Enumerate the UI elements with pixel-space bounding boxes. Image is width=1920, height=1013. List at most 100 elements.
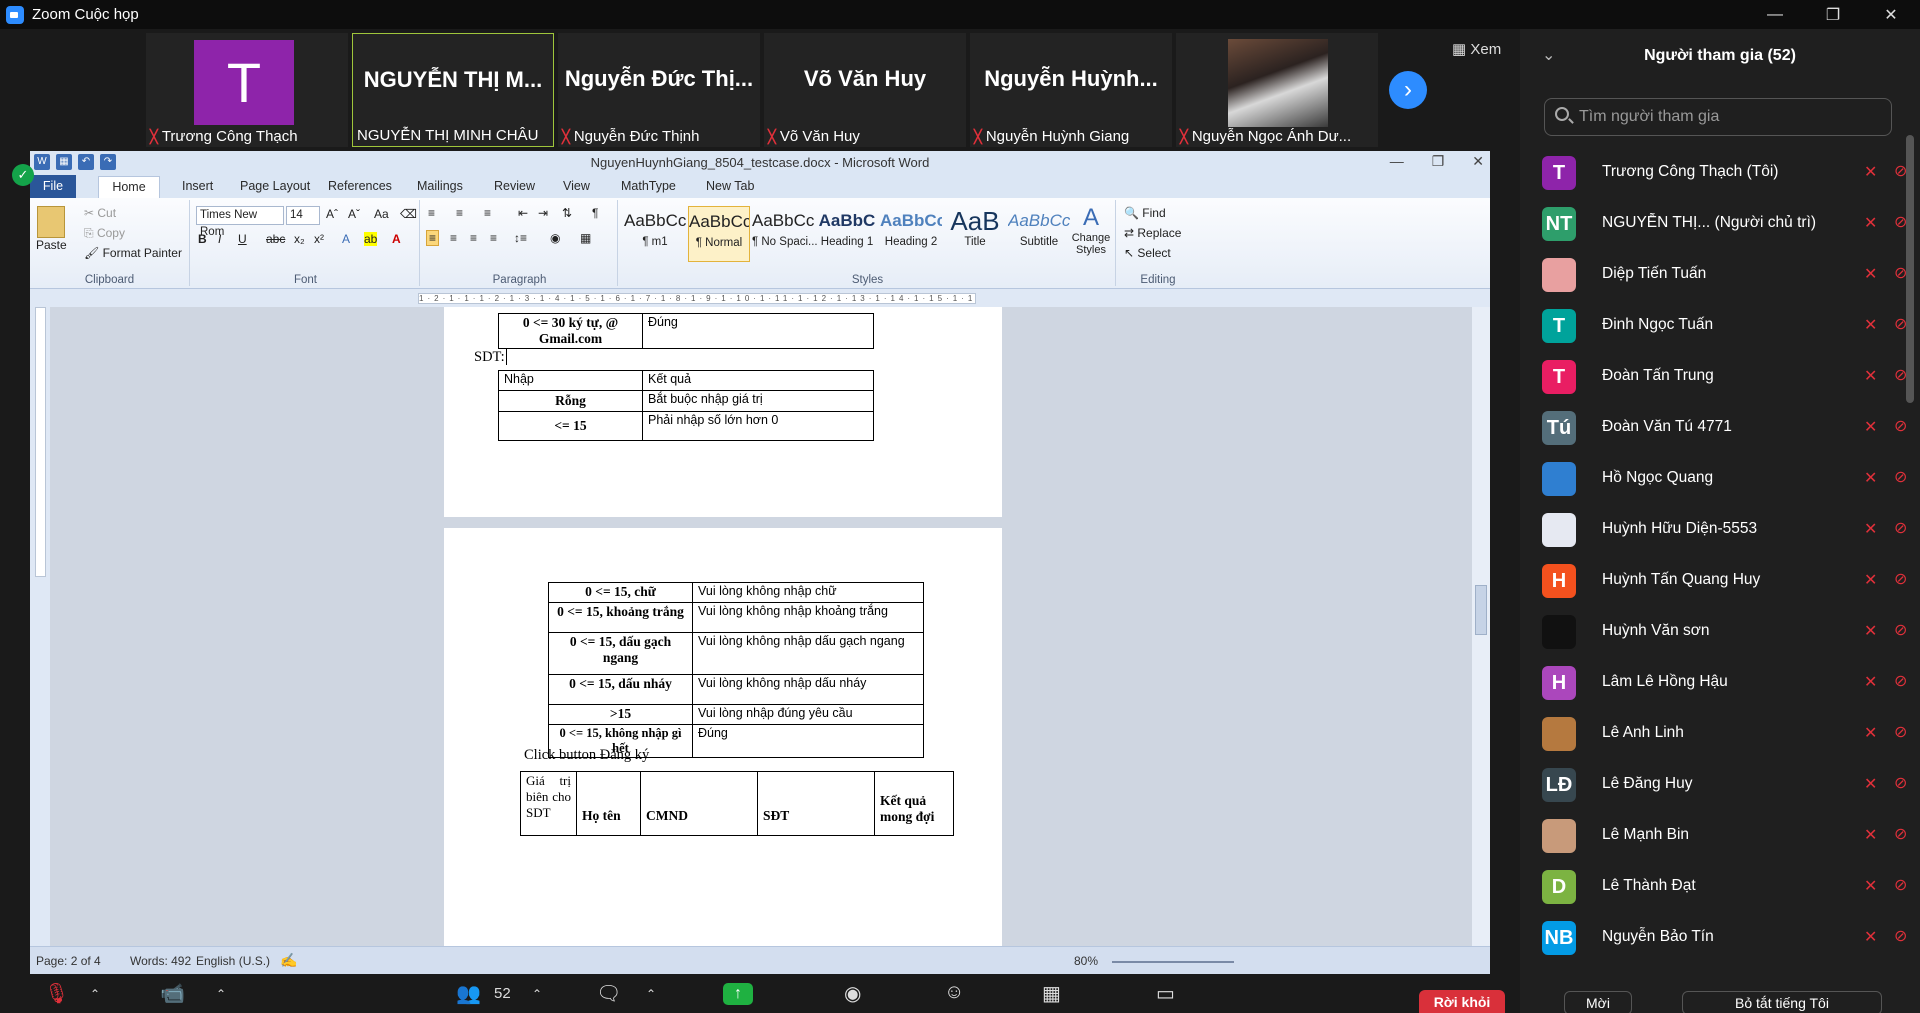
next-page-icon[interactable]: › xyxy=(1389,71,1427,109)
video-off-icon[interactable]: ⊘ xyxy=(1894,263,1907,283)
share-screen-icon[interactable]: ↑ xyxy=(723,983,753,1005)
video-tile[interactable]: Võ Văn Huy ╳ Võ Văn Huy xyxy=(764,33,966,147)
record-icon[interactable]: ◉ xyxy=(844,981,861,1006)
mic-muted-icon[interactable]: ✕ xyxy=(1864,570,1877,590)
tab-review[interactable]: Review xyxy=(494,179,535,193)
video-off-icon[interactable]: ⊘ xyxy=(1894,875,1907,895)
mic-muted-icon[interactable]: ✕ xyxy=(1864,468,1877,488)
participant-row[interactable]: T Đinh Ngọc Tuấn ✕ ⊘ xyxy=(1540,300,1907,351)
view-button[interactable]: ▦ Xem xyxy=(1452,40,1501,58)
tab-mathtype[interactable]: MathType xyxy=(621,179,676,193)
copy-button[interactable]: ⎘ Copy xyxy=(84,226,125,241)
whiteboard-icon[interactable]: ▭ xyxy=(1156,981,1175,1006)
tab-page-layout[interactable]: Page Layout xyxy=(240,179,310,193)
chat-icon[interactable]: 🗨 xyxy=(596,981,621,1006)
change-case-icon[interactable]: Aa xyxy=(374,207,389,221)
table-cell[interactable]: Vui lòng nhập đúng yêu cầu xyxy=(692,704,924,725)
participant-row[interactable]: NT NGUYỄN THỊ... (Người chủ trì) ✕ ⊘ xyxy=(1540,198,1907,249)
language[interactable]: English (U.S.) xyxy=(196,954,270,968)
vertical-scrollbar[interactable] xyxy=(1472,307,1490,946)
style-heading-2[interactable]: AaBbCc Heading 2 xyxy=(880,206,942,262)
video-off-icon[interactable]: ⊘ xyxy=(1894,212,1907,232)
bullets-icon[interactable]: ≡ xyxy=(428,206,435,220)
mic-muted-icon[interactable]: ✕ xyxy=(1864,213,1877,233)
video-tile-active-speaker[interactable]: NGUYỄN THỊ M... NGUYỄN THỊ MINH CHÂU xyxy=(352,33,554,147)
multilevel-list-icon[interactable]: ≡ xyxy=(484,206,491,220)
table-cell[interactable]: Họ tên xyxy=(576,771,641,836)
clear-format-icon[interactable]: ⌫ xyxy=(400,207,417,221)
mic-muted-icon[interactable]: ✕ xyxy=(1864,519,1877,539)
font-name-select[interactable]: Times New Rom xyxy=(196,206,284,238)
apps-icon[interactable]: ▦ xyxy=(1042,981,1061,1006)
restore-button[interactable]: ❐ xyxy=(1804,0,1862,29)
font-color-icon[interactable]: A xyxy=(392,232,401,246)
participant-row[interactable]: Huỳnh Văn sơn ✕ ⊘ xyxy=(1540,606,1907,657)
participant-row[interactable]: Huỳnh Hữu Diện-5553 ✕ ⊘ xyxy=(1540,504,1907,555)
video-off-icon[interactable]: ⊘ xyxy=(1894,161,1907,181)
shading-icon[interactable]: ◉ xyxy=(550,231,560,245)
table-cell[interactable]: Đúng xyxy=(692,724,924,758)
change-styles-button[interactable]: A Change Styles xyxy=(1068,204,1114,256)
align-center-icon[interactable]: ≡ xyxy=(450,231,457,245)
grow-font-icon[interactable]: Aˆ xyxy=(326,207,338,221)
cut-button[interactable]: ✂ Cut xyxy=(84,206,116,220)
table-cell[interactable]: CMND xyxy=(640,771,758,836)
participant-row[interactable]: LĐ Lê Đăng Huy ✕ ⊘ xyxy=(1540,759,1907,810)
vertical-ruler[interactable] xyxy=(30,307,50,972)
minimize-button[interactable]: — xyxy=(1746,0,1804,29)
replace-button[interactable]: ⇄ Replace xyxy=(1124,226,1181,240)
word-restore-button[interactable]: ❐ xyxy=(1432,153,1445,170)
video-off-icon[interactable]: ⊘ xyxy=(1894,620,1907,640)
participant-row[interactable]: H Huỳnh Tấn Quang Huy ✕ ⊘ xyxy=(1540,555,1907,606)
table-cell[interactable]: 0 <= 30 ký tự, @ Gmail.com xyxy=(498,313,643,349)
chevron-up-icon[interactable]: ⌃ xyxy=(90,987,100,1001)
increase-indent-icon[interactable]: ⇥ xyxy=(538,206,548,220)
video-off-icon[interactable]: ⊘ xyxy=(1894,569,1907,589)
mic-muted-icon[interactable]: ✕ xyxy=(1864,825,1877,845)
video-tile[interactable]: Nguyễn Đức Thị... ╳ Nguyễn Đức Thịnh xyxy=(558,33,760,147)
table-cell[interactable]: Vui lòng không nhập dấu gạch ngang xyxy=(692,632,924,675)
mic-muted-icon[interactable]: ✕ xyxy=(1864,366,1877,386)
tab-home[interactable]: Home xyxy=(98,176,160,198)
mic-muted-icon[interactable]: ✕ xyxy=(1864,672,1877,692)
tab-references[interactable]: References xyxy=(328,179,392,193)
chevron-up-icon[interactable]: ⌃ xyxy=(216,987,226,1001)
tab-mailings[interactable]: Mailings xyxy=(417,179,463,193)
table-cell[interactable]: Giá trị biên cho SDT xyxy=(520,771,577,836)
table-cell[interactable]: SĐT xyxy=(757,771,875,836)
video-off-icon[interactable]: ⊘ xyxy=(1894,467,1907,487)
word-count[interactable]: Words: 492 xyxy=(130,954,191,968)
tab-file[interactable]: File xyxy=(30,175,76,198)
video-off-icon[interactable]: ⊘ xyxy=(1894,773,1907,793)
table-cell[interactable]: <= 15 xyxy=(498,411,643,441)
line-spacing-icon[interactable]: ↕≡ xyxy=(514,231,527,245)
style-normal[interactable]: AaBbCc ¶ Normal xyxy=(688,206,750,262)
participant-row[interactable]: Lê Anh Linh ✕ ⊘ xyxy=(1540,708,1907,759)
participant-row[interactable]: H Lâm Lê Hồng Hậu ✕ ⊘ xyxy=(1540,657,1907,708)
scroll-thumb[interactable] xyxy=(1475,585,1487,635)
participant-row[interactable]: Lê Mạnh Bin ✕ ⊘ xyxy=(1540,810,1907,861)
subscript-icon[interactable]: x₂ xyxy=(294,232,305,246)
table-cell[interactable]: Bắt buộc nhập giá trị xyxy=(642,390,874,412)
numbering-icon[interactable]: ≡ xyxy=(456,206,463,220)
decrease-indent-icon[interactable]: ⇤ xyxy=(518,206,528,220)
tab-insert[interactable]: Insert xyxy=(182,179,213,193)
table-cell[interactable]: Rỗng xyxy=(498,390,643,412)
close-button[interactable]: ✕ xyxy=(1862,0,1920,29)
table-cell[interactable]: Vui lòng không nhập chữ xyxy=(692,582,924,603)
shrink-font-icon[interactable]: Aˇ xyxy=(348,207,360,221)
zoom-level[interactable]: 80% xyxy=(1074,954,1098,968)
style-heading-1[interactable]: AaBbC Heading 1 xyxy=(816,206,878,262)
justify-icon[interactable]: ≡ xyxy=(490,231,497,245)
chevron-up-icon[interactable]: ⌃ xyxy=(532,987,542,1001)
mic-muted-icon[interactable]: ✕ xyxy=(1864,621,1877,641)
strikethrough-icon[interactable]: abc xyxy=(266,232,285,246)
align-left-icon[interactable]: ≡ xyxy=(426,230,440,246)
participant-row[interactable]: Hồ Ngọc Quang ✕ ⊘ xyxy=(1540,453,1907,504)
mic-muted-icon[interactable]: ✕ xyxy=(1864,264,1877,284)
table-cell[interactable]: 0 <= 15, dấu nháy xyxy=(548,674,693,705)
find-button[interactable]: 🔍 Find xyxy=(1124,206,1166,220)
page-count[interactable]: Page: 2 of 4 xyxy=(36,954,101,968)
video-off-icon[interactable]: ⊘ xyxy=(1894,824,1907,844)
bold-icon[interactable]: B xyxy=(198,232,207,246)
